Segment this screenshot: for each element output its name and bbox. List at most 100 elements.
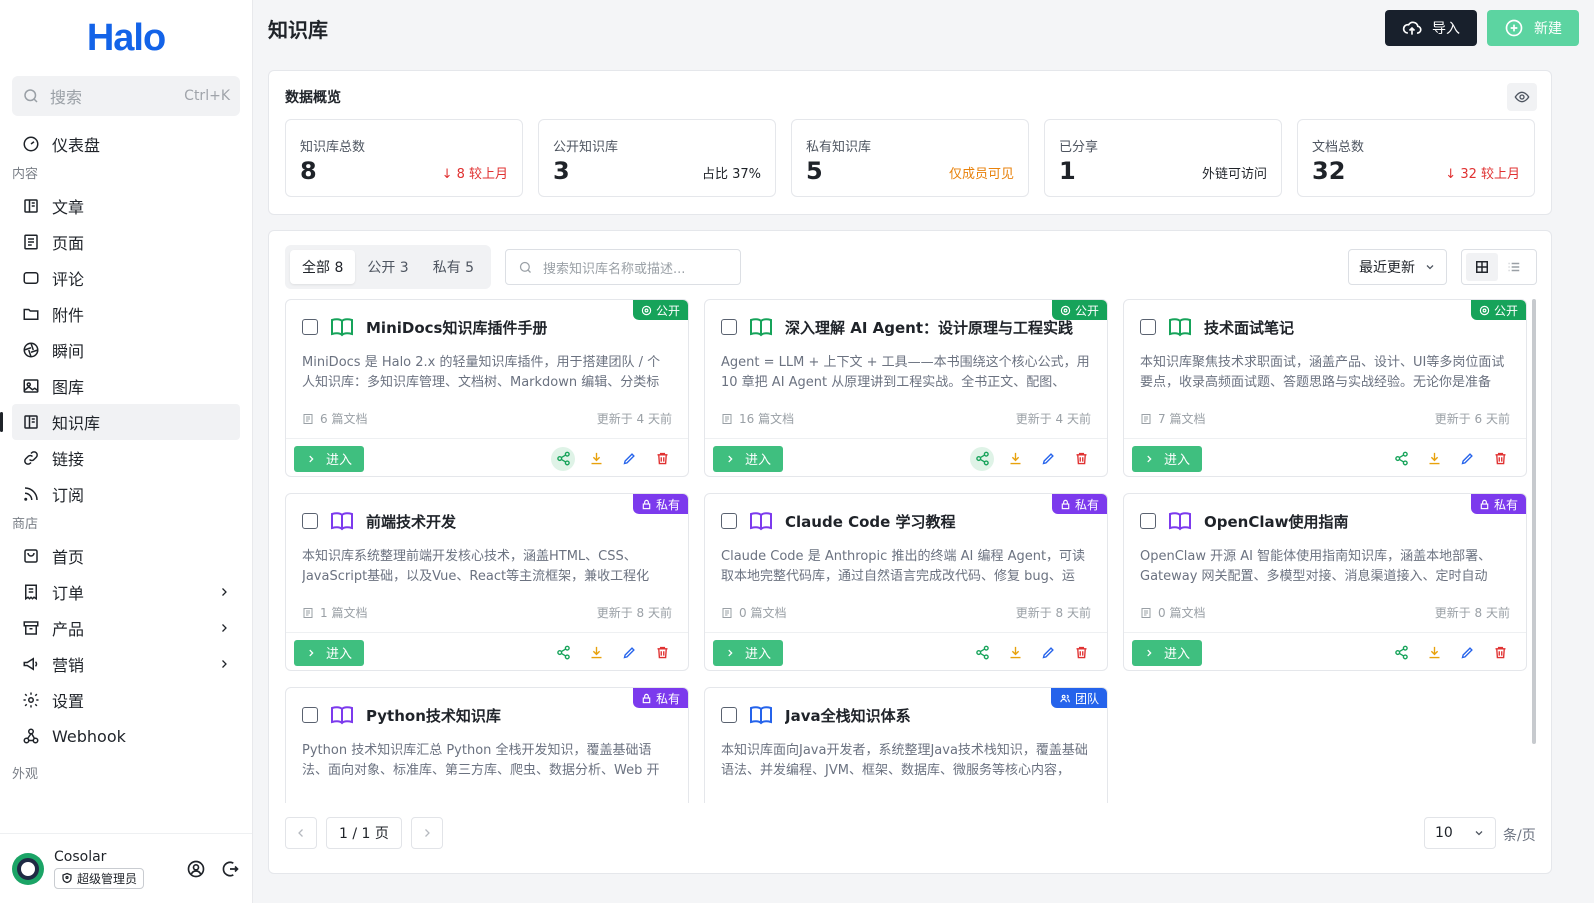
enter-button[interactable]: 进入	[294, 639, 365, 666]
profile-icon[interactable]	[186, 859, 206, 879]
download-button[interactable]	[1003, 447, 1027, 471]
enter-button[interactable]: 进入	[294, 445, 365, 472]
enter-button[interactable]: 进入	[1132, 639, 1203, 666]
sidebar-item-orders[interactable]: 订单	[12, 574, 240, 610]
sidebar-item-gallery[interactable]: 图库	[12, 368, 240, 404]
edit-button[interactable]	[1455, 447, 1479, 471]
download-button[interactable]	[584, 447, 608, 471]
sort-select[interactable]: 最近更新	[1348, 249, 1447, 285]
enter-button[interactable]: 进入	[1132, 445, 1203, 472]
knowledge-card[interactable]: 公开 MiniDocs知识库插件手册 MiniDocs 是 Halo 2.x 的轻量…	[285, 299, 689, 477]
next-page-button[interactable]	[410, 817, 443, 849]
sidebar-item-label: 图库	[52, 378, 85, 397]
card-title[interactable]: Java全栈知识体系	[785, 705, 911, 726]
page-size-select[interactable]: 10	[1424, 817, 1496, 849]
sidebar-item-posts[interactable]: 文章	[12, 188, 240, 224]
knowledge-card[interactable]: 私有 Claude Code 学习教程 Claude Code 是 Anthropi…	[704, 493, 1108, 671]
download-button[interactable]	[1422, 447, 1446, 471]
chevron-right-icon	[222, 624, 227, 632]
card-title[interactable]: Claude Code 学习教程	[785, 511, 956, 532]
document-icon	[722, 607, 732, 618]
sidebar-item-moments[interactable]: 瞬间	[12, 332, 240, 368]
sidebar-item-settings[interactable]: 设置	[12, 682, 240, 718]
enter-button[interactable]: 进入	[713, 445, 784, 472]
logo[interactable]: Halo	[0, 0, 252, 72]
download-button[interactable]	[1422, 641, 1446, 665]
archive-icon	[22, 619, 40, 637]
share-button[interactable]	[970, 446, 994, 471]
tab-all[interactable]: 全部 8	[290, 250, 356, 284]
sidebar-item-subscribe[interactable]: 订阅	[12, 476, 240, 512]
download-button[interactable]	[1003, 641, 1027, 665]
edit-button[interactable]	[1036, 447, 1060, 471]
sidebar-item-webhook[interactable]: Webhook	[12, 718, 240, 754]
knowledge-card[interactable]: 私有 Python技术知识库 Python 技术知识库汇总 Python 全栈开发知…	[285, 687, 689, 803]
edit-button[interactable]	[617, 641, 641, 665]
sidebar-item-comments[interactable]: 评论	[12, 260, 240, 296]
logout-icon[interactable]	[220, 859, 240, 879]
stat-card: 私有知识库 5 仅成员可见	[791, 119, 1029, 197]
avatar[interactable]	[12, 852, 44, 885]
doc-count: 1 篇文档	[320, 606, 368, 620]
tab-public[interactable]: 公开 3	[355, 250, 420, 284]
delete-button[interactable]	[1069, 641, 1093, 665]
share-button[interactable]	[1389, 641, 1413, 665]
sidebar-item-attachments[interactable]: 附件	[12, 296, 240, 332]
select-checkbox[interactable]	[1140, 513, 1156, 529]
import-button[interactable]: 导入	[1385, 10, 1477, 46]
card-title[interactable]: Python技术知识库	[366, 705, 501, 726]
sidebar-item-marketing[interactable]: 营销	[12, 646, 240, 682]
card-title[interactable]: MiniDocs知识库插件手册	[366, 317, 547, 338]
select-checkbox[interactable]	[721, 707, 737, 723]
delete-button[interactable]	[1069, 447, 1093, 471]
sidebar-item-pages[interactable]: 页面	[12, 224, 240, 260]
list-view-button[interactable]	[1498, 253, 1530, 281]
sidebar-item-links[interactable]: 链接	[12, 440, 240, 476]
select-checkbox[interactable]	[302, 707, 318, 723]
delete-button[interactable]	[1488, 447, 1512, 471]
grid-view-button[interactable]	[1466, 253, 1498, 281]
toggle-visibility-button[interactable]	[1507, 83, 1537, 111]
new-button[interactable]: 新建	[1487, 10, 1579, 46]
delete-button[interactable]	[650, 447, 674, 471]
knowledge-card[interactable]: 公开 技术面试笔记 本知识库聚焦技术求职面试，涵盖产品、设计、UI等多岗位面试要点，…	[1123, 299, 1527, 477]
knowledge-card[interactable]: 私有 前端技术开发 本知识库系统整理前端开发核心技术，涵盖HTML、CSS、Java…	[285, 493, 689, 671]
share-button[interactable]	[1389, 447, 1413, 471]
chevron-right-icon	[309, 649, 314, 656]
select-checkbox[interactable]	[1140, 319, 1156, 335]
download-button[interactable]	[584, 641, 608, 665]
sidebar-item-products[interactable]: 产品	[12, 610, 240, 646]
overview-panel: 数据概览 知识库总数 8 ↓ 8 较上月 公开知识库 3 占比 37% 私有知识库 5 仅成员可…	[268, 70, 1552, 215]
share-button[interactable]	[551, 446, 575, 471]
sidebar-item-dashboard[interactable]: 仪表盘	[12, 126, 240, 162]
enter-button[interactable]: 进入	[713, 639, 784, 666]
card-title[interactable]: 深入理解 AI Agent：设计原理与工程实践	[785, 317, 1073, 338]
eye-icon	[1060, 305, 1071, 315]
knowledge-search-input[interactable]: 搜索知识库名称或描述...	[505, 249, 741, 285]
sidebar-item-knowledge[interactable]: 知识库	[0, 404, 240, 440]
share-button[interactable]	[551, 641, 575, 665]
select-checkbox[interactable]	[302, 319, 318, 335]
edit-button[interactable]	[617, 447, 641, 471]
select-checkbox[interactable]	[302, 513, 318, 529]
knowledge-card[interactable]: 公开 深入理解 AI Agent：设计原理与工程实践 Agent = LLM + 上…	[704, 299, 1108, 477]
search-box[interactable]: 搜索 Ctrl+K	[12, 76, 240, 116]
edit-button[interactable]	[1036, 641, 1060, 665]
knowledge-card[interactable]: 私有 OpenClaw使用指南 OpenClaw 开源 AI 智能体使用指南知识库，…	[1123, 493, 1527, 671]
scrollbar[interactable]	[1532, 299, 1536, 744]
card-title[interactable]: 前端技术开发	[366, 511, 456, 532]
sidebar-item-shop-home[interactable]: 首页	[12, 538, 240, 574]
delete-button[interactable]	[1488, 641, 1512, 665]
knowledge-card[interactable]: 团队 Java全栈知识体系 本知识库面向Java开发者，系统整理Java技术栈知识，…	[704, 687, 1108, 803]
delete-button[interactable]	[650, 641, 674, 665]
edit-button[interactable]	[1455, 641, 1479, 665]
tab-private[interactable]: 私有 5	[421, 250, 486, 284]
share-button[interactable]	[970, 641, 994, 665]
gear-icon	[22, 691, 40, 709]
select-checkbox[interactable]	[721, 319, 737, 335]
card-title[interactable]: 技术面试笔记	[1204, 317, 1294, 338]
prev-page-button[interactable]	[285, 817, 317, 849]
select-checkbox[interactable]	[721, 513, 737, 529]
card-title[interactable]: OpenClaw使用指南	[1204, 511, 1348, 532]
card-description: 本知识库系统整理前端开发核心技术，涵盖HTML、CSS、JavaScript基础…	[302, 549, 650, 584]
